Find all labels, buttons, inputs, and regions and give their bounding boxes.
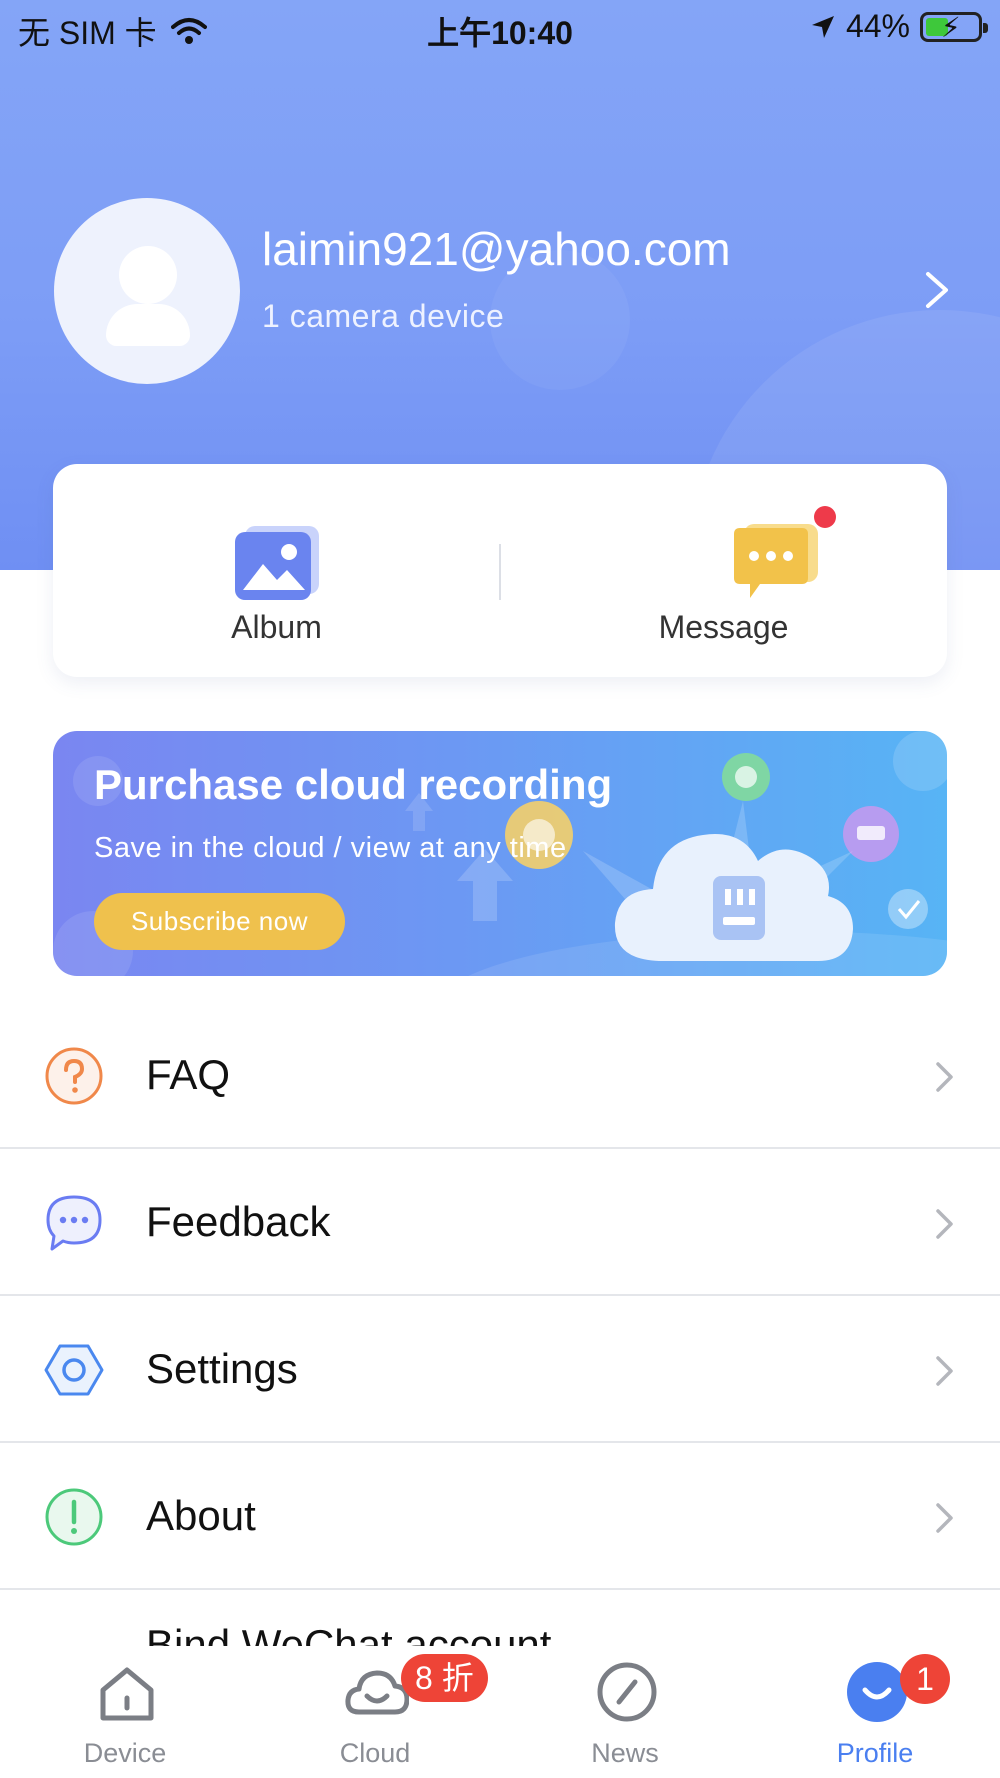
location-arrow-icon bbox=[811, 15, 834, 38]
menu-label-faq: FAQ bbox=[146, 1051, 231, 1098]
promo-subtitle: Save in the cloud / view at any time bbox=[94, 832, 567, 864]
tab-label-cloud: Cloud bbox=[339, 1738, 411, 1768]
battery-percent: 44% bbox=[845, 8, 910, 44]
chevron-right-icon[interactable] bbox=[922, 270, 952, 310]
promo-title: Purchase cloud recording bbox=[94, 761, 613, 808]
user-email[interactable]: laimin921@yahoo.com bbox=[262, 222, 731, 276]
cloud-icon bbox=[345, 1670, 409, 1715]
house-icon bbox=[100, 1667, 154, 1721]
hexagon-settings-icon bbox=[44, 1344, 104, 1396]
avatar-person-icon bbox=[119, 246, 177, 304]
menu-item-faq[interactable]: FAQ bbox=[0, 1002, 1000, 1148]
menu-label-about: About bbox=[146, 1492, 256, 1539]
tab-label-news: News bbox=[591, 1738, 659, 1768]
menu-label-settings: Settings bbox=[146, 1345, 298, 1392]
menu-divider bbox=[0, 1588, 1000, 1590]
album-label: Album bbox=[231, 609, 322, 645]
tab-label-profile: Profile bbox=[836, 1738, 914, 1768]
exclamation-circle-icon bbox=[45, 1488, 103, 1546]
message-label: Message bbox=[658, 609, 789, 645]
chevron-right-icon bbox=[936, 1062, 953, 1092]
menu-item-about[interactable]: About bbox=[0, 1443, 1000, 1589]
message-button[interactable]: Message bbox=[500, 464, 947, 677]
status-bar: 无 SIM 卡 上午10:40 44% ⚡ bbox=[0, 0, 1000, 56]
unread-dot bbox=[814, 506, 836, 528]
bottom-tab-bar: Device Cloud News Profile bbox=[0, 1646, 1000, 1778]
question-circle-icon bbox=[45, 1047, 103, 1105]
tab-news[interactable]: News bbox=[500, 1646, 750, 1778]
menu-item-bind-wechat[interactable]: Bind WeChat account bbox=[146, 1612, 551, 1646]
tab-device[interactable]: Device bbox=[0, 1646, 250, 1778]
chevron-right-icon bbox=[936, 1356, 953, 1386]
cloud-discount-badge: 8 折 bbox=[401, 1654, 488, 1702]
chevron-right-icon bbox=[936, 1503, 953, 1533]
status-right: 44% ⚡ bbox=[810, 8, 988, 45]
chat-bubble-icon bbox=[46, 1195, 102, 1251]
battery-icon: ⚡ bbox=[920, 11, 988, 43]
device-count: 1 camera device bbox=[262, 298, 505, 334]
message-bubble-icon bbox=[734, 524, 818, 598]
album-photo-icon bbox=[235, 526, 319, 600]
smile-face-icon bbox=[847, 1662, 907, 1722]
cloud-recording-banner[interactable]: Purchase cloud recording Save in the clo… bbox=[53, 731, 947, 976]
menu-label-feedback: Feedback bbox=[146, 1198, 331, 1245]
tab-label-device: Device bbox=[83, 1738, 167, 1768]
compass-icon bbox=[597, 1662, 657, 1722]
menu-item-settings[interactable]: Settings bbox=[0, 1296, 1000, 1442]
profile-notification-badge: 1 bbox=[900, 1654, 950, 1704]
subscribe-now-button[interactable]: Subscribe now bbox=[94, 893, 345, 950]
quick-actions-card: Album Message bbox=[53, 464, 947, 677]
menu-item-feedback[interactable]: Feedback bbox=[0, 1149, 1000, 1295]
chevron-right-icon bbox=[936, 1209, 953, 1239]
album-button[interactable]: Album bbox=[53, 464, 500, 677]
avatar[interactable] bbox=[54, 198, 240, 384]
tab-profile[interactable]: Profile bbox=[750, 1646, 1000, 1778]
